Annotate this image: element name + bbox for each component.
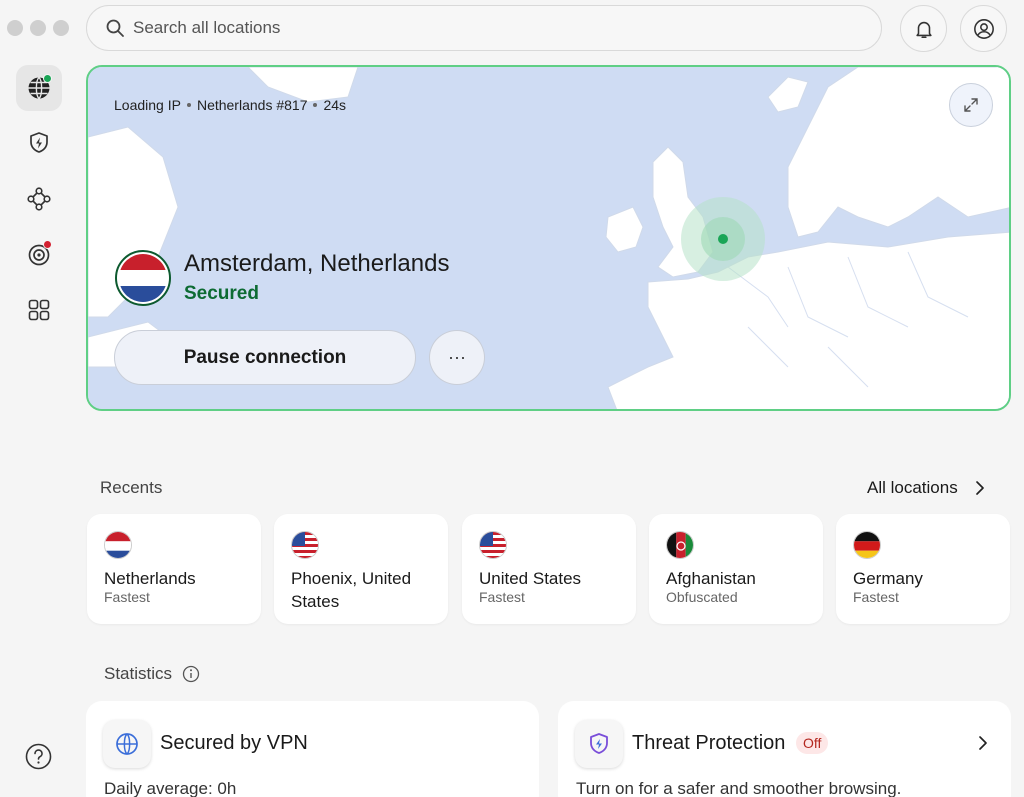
chevron-right-icon <box>975 481 984 495</box>
recents-title: Recents <box>100 478 163 497</box>
mesh-icon <box>27 187 51 211</box>
recent-location-type: Fastest <box>479 589 525 605</box>
netherlands-flag-icon <box>115 250 171 306</box>
recent-location-name: Afghanistan <box>666 569 756 588</box>
info-icon[interactable] <box>182 665 200 683</box>
expand-icon <box>964 98 978 112</box>
account-button[interactable] <box>960 5 1007 52</box>
sidebar-item-vpn[interactable] <box>16 65 62 111</box>
recent-location-card[interactable]: Germany Fastest <box>836 514 1010 624</box>
vpn-stats-title: Secured by VPN <box>160 732 308 754</box>
recent-location-name: Germany <box>853 569 923 588</box>
sidebar-item-apps[interactable] <box>16 287 62 333</box>
window-controls <box>7 20 69 36</box>
search-input[interactable] <box>133 18 833 38</box>
recent-location-card[interactable]: Afghanistan Obfuscated <box>649 514 823 624</box>
minimize-window-button[interactable] <box>30 20 46 36</box>
expand-map-button[interactable] <box>949 83 993 127</box>
notifications-button[interactable] <box>900 5 947 52</box>
recent-location-card[interactable]: United States Fastest <box>462 514 636 624</box>
sidebar-item-meshnet[interactable] <box>16 176 62 222</box>
all-locations-link[interactable]: All locations <box>867 478 986 498</box>
connected-location: Amsterdam, Netherlands <box>184 250 450 277</box>
chevron-right-icon[interactable] <box>977 734 989 752</box>
pause-connection-button[interactable]: Pause connection <box>114 330 416 385</box>
all-locations-label: All locations <box>867 478 958 497</box>
more-options-button[interactable]: ··· <box>429 330 485 385</box>
ip-status: Loading IP <box>114 97 181 113</box>
separator-dot <box>186 103 191 107</box>
account-icon <box>973 18 994 39</box>
connection-state: Secured <box>184 283 259 304</box>
connected-indicator <box>43 74 52 83</box>
sidebar-item-dark-web-monitor[interactable] <box>16 231 62 277</box>
recent-location-name: United States <box>479 569 582 588</box>
apps-icon <box>28 299 50 321</box>
statistics-title: Statistics <box>104 664 200 684</box>
vpn-stats-card[interactable]: Secured by VPN Daily average: 0h <box>86 701 539 797</box>
alert-indicator <box>43 240 52 249</box>
search-bar[interactable] <box>86 5 882 51</box>
sidebar-item-threat-protection[interactable] <box>16 120 62 166</box>
status-badge: Off <box>796 732 829 754</box>
germany-flag-icon <box>853 531 881 559</box>
statistics-label: Statistics <box>104 664 173 683</box>
zoom-window-button[interactable] <box>53 20 69 36</box>
netherlands-flag-icon <box>104 531 132 559</box>
separator-dot <box>313 103 318 107</box>
threat-protection-title: Threat Protection <box>632 732 786 754</box>
recent-location-type: Obfuscated <box>666 589 738 605</box>
threat-protection-card[interactable]: Threat Protection Off Turn on for a safe… <box>558 701 1011 797</box>
recent-location-card[interactable]: Netherlands Fastest <box>87 514 261 624</box>
vpn-daily-average: Daily average: 0h <box>104 779 237 797</box>
recent-location-card[interactable]: Phoenix, United States <box>274 514 448 624</box>
us-flag-icon <box>291 531 319 559</box>
server-name: Netherlands #817 <box>196 97 308 113</box>
globe-icon <box>103 720 151 768</box>
connection-status-line: Loading IP Netherlands #817 24s <box>114 97 346 113</box>
recent-location-type: Fastest <box>853 589 899 605</box>
us-flag-icon <box>479 531 507 559</box>
close-window-button[interactable] <box>7 20 23 36</box>
shield-bolt-icon <box>30 132 48 153</box>
recent-location-name: Netherlands <box>104 569 196 588</box>
connection-map-card: Loading IP Netherlands #817 24s Amsterda… <box>86 65 1011 411</box>
threat-protection-description: Turn on for a safer and smoother browsin… <box>576 779 902 797</box>
shield-bolt-icon <box>575 720 623 768</box>
connection-duration: 24s <box>323 97 347 113</box>
search-icon <box>106 19 124 37</box>
recent-location-name: Phoenix, United States <box>291 569 412 611</box>
bell-icon <box>915 21 932 38</box>
help-icon[interactable] <box>25 743 52 770</box>
recent-location-type: Fastest <box>104 589 150 605</box>
afghanistan-flag-icon <box>666 531 694 559</box>
